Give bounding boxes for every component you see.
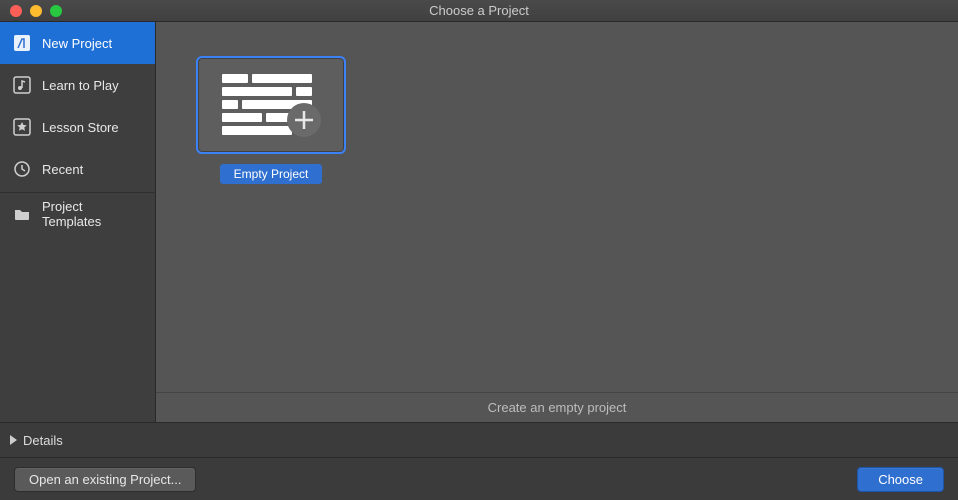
sidebar: New Project Learn to Play Lesson Store R… (0, 22, 156, 422)
window-controls (0, 5, 62, 17)
body: New Project Learn to Play Lesson Store R… (0, 22, 958, 422)
sidebar-item-lesson-store[interactable]: Lesson Store (0, 106, 155, 148)
sidebar-item-label: Learn to Play (42, 78, 119, 93)
sidebar-item-new-project[interactable]: New Project (0, 22, 155, 64)
folder-icon (12, 204, 32, 224)
disclosure-triangle-icon (10, 435, 17, 445)
sidebar-item-label: Project Templates (42, 199, 143, 229)
choose-button[interactable]: Choose (857, 467, 944, 492)
sidebar-item-learn-to-play[interactable]: Learn to Play (0, 64, 155, 106)
zoom-window-button[interactable] (50, 5, 62, 17)
sidebar-item-recent[interactable]: Recent (0, 148, 155, 190)
content-area: Empty Project Create an empty project (156, 22, 958, 422)
close-window-button[interactable] (10, 5, 22, 17)
titlebar: Choose a Project (0, 0, 958, 22)
note-icon (12, 75, 32, 95)
open-existing-project-button[interactable]: Open an existing Project... (14, 467, 196, 492)
project-chooser-window: Choose a Project New Project Learn to Pl… (0, 0, 958, 500)
template-description: Create an empty project (156, 392, 958, 422)
details-disclosure[interactable]: Details (0, 422, 958, 458)
star-icon (12, 117, 32, 137)
template-grid: Empty Project (156, 22, 958, 392)
template-thumbnail (196, 56, 346, 154)
sidebar-item-project-templates[interactable]: Project Templates (0, 193, 155, 235)
sidebar-item-label: Lesson Store (42, 120, 119, 135)
empty-project-icon (216, 70, 326, 140)
details-label: Details (23, 433, 63, 448)
minimize-window-button[interactable] (30, 5, 42, 17)
template-empty-project[interactable]: Empty Project (196, 56, 346, 184)
template-label: Empty Project (220, 164, 323, 184)
clock-icon (12, 159, 32, 179)
guitar-icon (12, 33, 32, 53)
sidebar-item-label: New Project (42, 36, 112, 51)
bottom-bar: Open an existing Project... Choose (0, 458, 958, 500)
window-title: Choose a Project (0, 3, 958, 18)
sidebar-item-label: Recent (42, 162, 83, 177)
